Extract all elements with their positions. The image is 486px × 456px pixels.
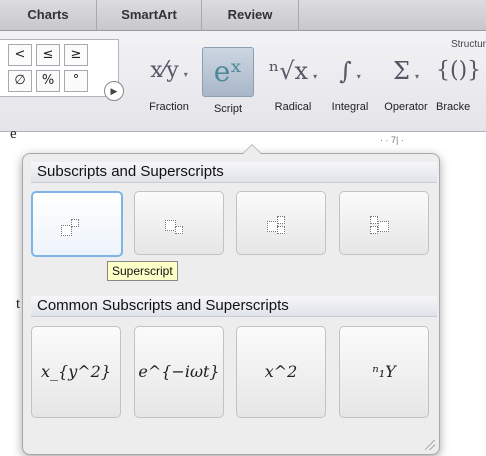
popup-pointer (242, 144, 262, 154)
radical-button[interactable]: ⁿ√x ▾ Radical (264, 47, 322, 113)
symbol-less-than[interactable]: < (8, 44, 32, 66)
section-heading: Common Subscripts and Superscripts (31, 296, 437, 317)
large-operator-icon: Σ ▾ (392, 57, 420, 85)
symbol-gallery: < ≤ ≥ ∅ % ° (0, 39, 119, 97)
tab-charts[interactable]: Charts (0, 0, 97, 30)
common-script-left-scripts-y[interactable]: ⁿ₁Y (339, 326, 429, 418)
tooltip: Superscript (107, 261, 178, 281)
left-subscript-superscript-template[interactable] (339, 191, 429, 255)
fraction-icon: x⁄y ▾ (150, 58, 188, 83)
tab-smartart[interactable]: SmartArt (97, 0, 202, 30)
equation-ribbon: Structur < ≤ ≥ ∅ % ° ▶ x⁄y ▾ Fraction eˣ… (0, 31, 486, 132)
gallery-next-icon[interactable]: ▶ (104, 81, 124, 101)
bracket-icon: {()} (436, 58, 482, 83)
superscript-template[interactable] (31, 191, 123, 257)
subscript-template[interactable] (134, 191, 224, 255)
symbol-greater-equal[interactable]: ≥ (64, 44, 88, 66)
fraction-button[interactable]: x⁄y ▾ Fraction (140, 47, 198, 113)
common-script-e-power[interactable]: e^{−iωt} (134, 326, 224, 418)
resize-grip-icon[interactable] (425, 440, 435, 450)
section-heading: Subscripts and Superscripts (31, 162, 437, 183)
script-icon: eˣ (202, 47, 254, 97)
bracket-button[interactable]: {()} Bracke (436, 47, 486, 113)
script-gallery-popup: Subscripts and Superscripts Superscript … (22, 144, 440, 455)
integral-button[interactable]: ∫ ▾ Integral (326, 47, 374, 113)
ribbon-tab-bar: Charts SmartArt Review (0, 0, 486, 31)
document-text-fragment: t (16, 296, 21, 312)
script-button[interactable]: eˣ Script (202, 47, 254, 115)
symbol-degree[interactable]: ° (64, 70, 88, 92)
radical-icon: ⁿ√x ▾ (268, 57, 318, 85)
subscript-superscript-template[interactable] (236, 191, 326, 255)
symbol-percent[interactable]: % (36, 70, 60, 92)
common-script-x-squared[interactable]: x^2 (236, 326, 326, 418)
common-script-x-sub-y-squared[interactable]: x_{y^2} (31, 326, 121, 418)
symbol-empty-set[interactable]: ∅ (8, 70, 32, 92)
operator-button[interactable]: Σ ▾ Operator (380, 47, 432, 113)
ruler-marks: · · 7| · (380, 135, 404, 145)
document-text-fragment: e (10, 126, 17, 142)
tab-review[interactable]: Review (202, 0, 299, 30)
symbol-less-equal[interactable]: ≤ (36, 44, 60, 66)
integral-icon: ∫ ▾ (339, 57, 361, 85)
